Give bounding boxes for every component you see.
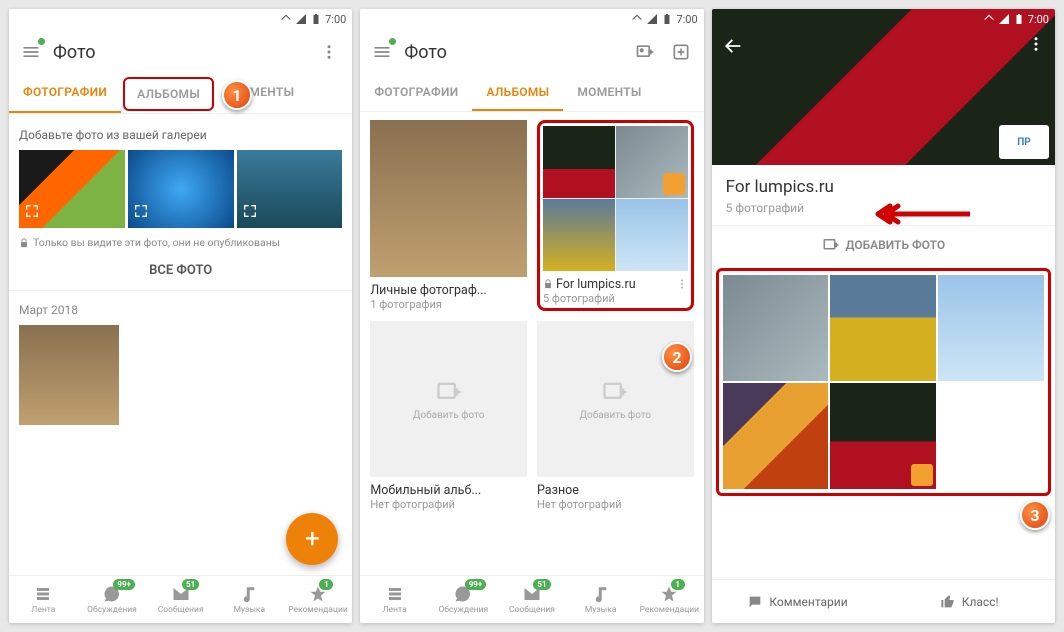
privacy-note: Только вы видите эти фото, они не опубли…: [19, 236, 342, 249]
tab-moments[interactable]: МОМЕНТЫ: [563, 75, 655, 111]
album-personal[interactable]: Личные фотограф... 1 фотография: [370, 120, 527, 311]
add-photo-icon[interactable]: [632, 39, 658, 65]
battery-icon: [661, 13, 673, 25]
page-title: Фото: [53, 42, 306, 63]
signal-icon: [998, 13, 1010, 25]
bottom-nav: Лента 99+Обсуждения 51Сообщения Музыка 1…: [9, 575, 352, 623]
screen-2-albums: 7:00 Фото ФОТОГРАФИИ АЛЬБОМЫ МОМЕНТЫ Лич…: [360, 9, 703, 623]
lock-icon: [543, 279, 553, 289]
wifi-icon: [280, 13, 292, 25]
album-title: For lumpics.ru: [726, 177, 1041, 197]
clock: 7:00: [325, 13, 346, 26]
nav-messages[interactable]: 51Сообщения: [146, 576, 215, 623]
title-bar: Фото: [360, 29, 703, 75]
albums-grid: Личные фотограф... 1 фотография For lump…: [370, 120, 693, 511]
sticker-icon: [663, 173, 685, 195]
lock-icon: [19, 238, 29, 248]
title-bar: Фото: [9, 29, 352, 75]
photo-thumb[interactable]: [830, 275, 936, 381]
screen-3-album-detail: 7:00 ПР For lumpics.ru 5 фотографий ДОБА…: [712, 9, 1055, 623]
expand-icon: [24, 203, 40, 223]
content: Личные фотограф... 1 фотография For lump…: [360, 112, 703, 575]
notification-dot: [389, 38, 396, 45]
add-photo-icon: [822, 236, 840, 254]
photo-thumb[interactable]: [19, 325, 119, 425]
tabs: ФОТОГРАФИИ АЛЬБОМЫ МОМЕНТЫ: [9, 75, 352, 114]
wifi-icon: [983, 13, 995, 25]
battery-icon: [310, 13, 322, 25]
content: Добавьте фото из вашей галереи Только вы…: [9, 114, 352, 575]
gallery-thumb[interactable]: [237, 150, 343, 228]
callout-1: 1: [222, 80, 252, 110]
callout-2: 2: [662, 342, 692, 372]
tab-photos[interactable]: ФОТОГРАФИИ: [9, 75, 121, 113]
photo-thumb[interactable]: [723, 275, 829, 381]
add-photo-button[interactable]: ДОБАВИТЬ ФОТО: [712, 225, 1055, 264]
nav-feed[interactable]: Лента: [9, 576, 78, 623]
all-photos-button[interactable]: ВСЕ ФОТО: [19, 255, 342, 286]
nav-recommendations[interactable]: 1Рекомендации: [635, 576, 704, 623]
menu-button[interactable]: [370, 40, 394, 64]
comment-icon: [747, 594, 763, 610]
more-icon[interactable]: [676, 278, 688, 290]
album-footer: Комментарии Класс!: [712, 579, 1055, 623]
like-button[interactable]: Класс!: [883, 580, 1055, 623]
photo-thumb[interactable]: [723, 383, 829, 489]
album-cover: ПР: [712, 9, 1055, 165]
expand-icon: [242, 203, 258, 223]
section-label: Март 2018: [19, 303, 342, 317]
menu-button[interactable]: [19, 40, 43, 64]
nav-music[interactable]: Музыка: [215, 576, 284, 623]
more-button[interactable]: [316, 39, 342, 65]
status-bar: 7:00: [360, 9, 703, 29]
tab-photos[interactable]: ФОТОГРАФИИ: [360, 75, 472, 111]
nav-recommendations[interactable]: 1Рекомендации: [284, 576, 353, 623]
album-mobile[interactable]: Добавить фото Мобильный альб... Нет фото…: [370, 321, 527, 512]
album-lumpics-highlighted[interactable]: For lumpics.ru 5 фотографий: [537, 120, 694, 311]
fab-add[interactable]: +: [286, 513, 338, 565]
photo-thumb[interactable]: [938, 275, 1044, 381]
more-button[interactable]: [1027, 35, 1045, 57]
page-title: Фото: [404, 42, 621, 63]
thumbs-up-icon: [940, 594, 956, 610]
status-bar: 7:00: [9, 9, 352, 29]
back-button[interactable]: [722, 35, 744, 61]
sticker-icon: [911, 464, 933, 486]
tab-albums-highlighted[interactable]: АЛЬБОМЫ: [123, 77, 214, 111]
screen-1-photos: 7:00 Фото ФОТОГРАФИИ АЛЬБОМЫ МОМЕНТЫ Доб…: [9, 9, 352, 623]
gallery-row: [19, 150, 342, 228]
gallery-thumb[interactable]: [128, 150, 234, 228]
sticker-badge: ПР: [999, 125, 1049, 159]
photo-empty: [938, 383, 1044, 489]
nav-music[interactable]: Музыка: [566, 576, 635, 623]
callout-3: 3: [1020, 500, 1050, 530]
comments-button[interactable]: Комментарии: [712, 580, 884, 623]
add-hint: Добавьте фото из вашей галереи: [19, 128, 342, 142]
nav-messages[interactable]: 51Сообщения: [498, 576, 567, 623]
signal-icon: [646, 13, 658, 25]
clock: 7:00: [676, 13, 697, 26]
photo-thumb[interactable]: [830, 383, 936, 489]
expand-icon: [133, 203, 149, 223]
battery-icon: [1013, 13, 1025, 25]
bottom-nav: Лента 99+Обсуждения 51Сообщения Музыка 1…: [360, 575, 703, 623]
notification-dot: [38, 38, 45, 45]
gallery-thumb[interactable]: [19, 150, 125, 228]
nav-discussions[interactable]: 99+Обсуждения: [78, 576, 147, 623]
photos-grid-highlighted: [716, 268, 1051, 496]
tab-albums[interactable]: АЛЬБОМЫ: [472, 75, 563, 111]
wifi-icon: [631, 13, 643, 25]
signal-icon: [295, 13, 307, 25]
add-album-icon[interactable]: [668, 39, 694, 65]
nav-discussions[interactable]: 99+Обсуждения: [429, 576, 498, 623]
clock: 7:00: [1028, 13, 1049, 26]
add-photo-placeholder-icon: [435, 378, 463, 406]
arrow-indicator: [870, 202, 970, 226]
status-bar: 7:00: [712, 9, 1055, 29]
nav-feed[interactable]: Лента: [360, 576, 429, 623]
tabs: ФОТОГРАФИИ АЛЬБОМЫ МОМЕНТЫ: [360, 75, 703, 112]
add-photo-placeholder-icon: [601, 378, 629, 406]
